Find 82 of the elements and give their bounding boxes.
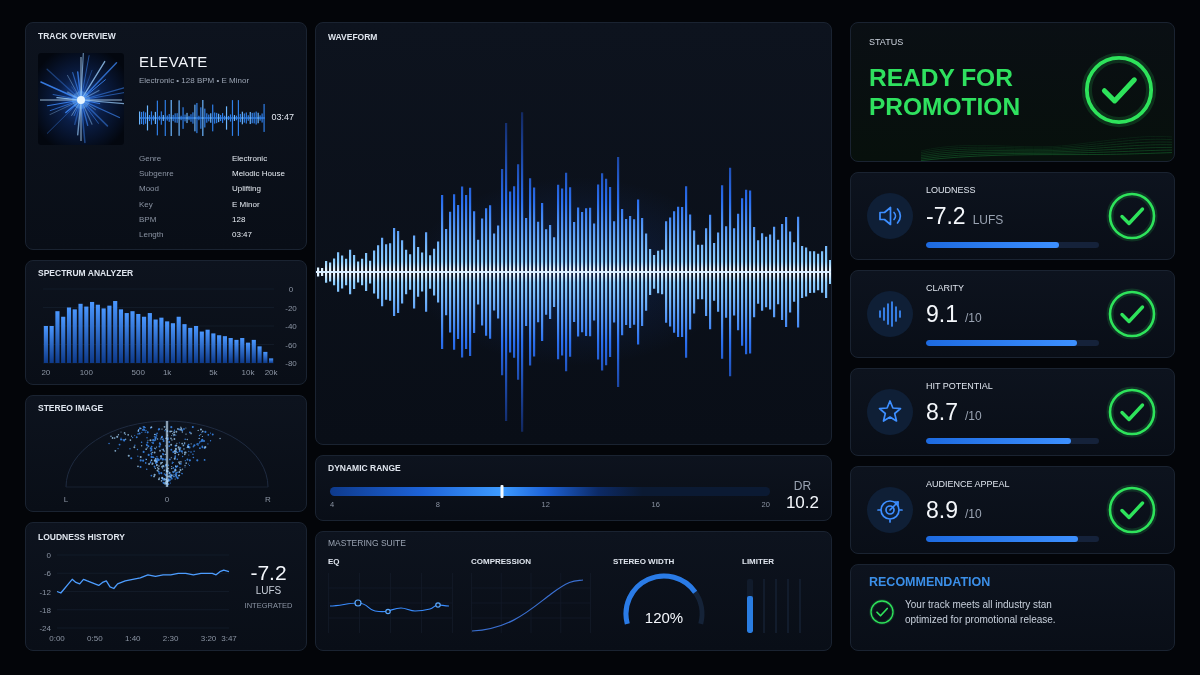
y-tick-label: -6 (43, 569, 51, 579)
axis-label: R (265, 495, 271, 504)
check-circle-icon (869, 599, 895, 625)
status-headline: READY FOR PROMOTION (869, 63, 1022, 121)
metric-label: CLARITY (926, 282, 965, 294)
x-tick-label: 3:47 (221, 634, 237, 643)
detail-value: Uplifting (232, 183, 261, 196)
loudness-value: -7.2 (250, 561, 287, 585)
section-title: DYNAMIC RANGE (328, 462, 402, 474)
axis-label: 500 (131, 368, 145, 377)
metric-unit: /10 (965, 506, 982, 523)
detail-label: Key (139, 198, 154, 211)
gauge-value: 120% (643, 609, 685, 627)
section-title: TRACK OVERVIEW (38, 30, 117, 42)
detail-value: Melodic House (232, 167, 285, 180)
metric-unit: /10 (965, 408, 982, 425)
detail-label: BPM (139, 213, 158, 226)
section-title: STEREO IMAGE (38, 402, 105, 414)
section-title: STATUS (869, 36, 905, 48)
section-title: WAVEFORM (328, 31, 379, 43)
detail-label: Length (139, 229, 165, 242)
module-title: STEREO WIDTH (613, 556, 676, 568)
axis-label: -80 (285, 359, 297, 368)
metric-label: AUDIENCE APPEAL (926, 478, 1011, 490)
axis-label: 100 (79, 368, 93, 377)
axis-label: 10k (241, 368, 255, 377)
x-tick-label: 0:50 (87, 634, 103, 643)
detail-value: 128 (232, 213, 246, 226)
metric-value: 8.7 (926, 399, 958, 425)
sound-wave-icon (867, 291, 913, 337)
metric-unit: /10 (965, 310, 982, 327)
metric-value: -7.2 (926, 203, 966, 229)
loudness-unit: LUFS (255, 585, 282, 597)
axis-label: -60 (285, 340, 297, 350)
recommendation-text: Your track meets all industry stan (905, 598, 1053, 612)
axis-label: 0 (288, 285, 294, 294)
x-tick-label: 2:30 (162, 634, 179, 643)
recommendation-title: RECOMMENDATION (869, 575, 992, 589)
axis-label: 5k (209, 368, 218, 377)
axis-label: 20 (41, 368, 51, 377)
eq-node[interactable] (385, 608, 391, 615)
eq-node[interactable] (435, 602, 441, 608)
eq-node[interactable] (354, 599, 362, 607)
metric-label: LOUDNESS (926, 184, 977, 196)
module-title: COMPRESSION (471, 556, 532, 568)
axis-label: 0 (164, 495, 170, 504)
metric-value: 9.1 (926, 301, 958, 327)
metric-value: 8.9 (926, 497, 958, 523)
y-tick-label: 0 (46, 551, 51, 560)
axis-label: -40 (285, 322, 297, 331)
axis-label: 1k (162, 368, 172, 377)
detail-label: Subgenre (139, 167, 175, 180)
section-title: SPECTRUM ANALYZER (38, 267, 135, 279)
metric-unit: LUFS (972, 212, 1004, 229)
section-title: MASTERING SUITE (328, 537, 407, 549)
track-title: ELEVATE (139, 53, 209, 71)
speaker-icon (867, 193, 913, 239)
module-title: LIMITER (742, 556, 775, 568)
track-subtitle: Electronic • 128 BPM • E Minor (139, 75, 251, 86)
detail-value: Electronic (232, 152, 268, 165)
metric-label: HIT POTENTIAL (926, 380, 994, 392)
target-icon (867, 487, 913, 533)
y-tick-label: -12 (39, 587, 51, 597)
duration-text: 03:47 (271, 111, 294, 125)
recommendation-text: optimized for promotional release. (905, 613, 1056, 627)
detail-label: Mood (139, 183, 160, 196)
detail-value: E Minor (232, 198, 260, 211)
x-tick-label: 1:40 (125, 634, 141, 643)
dr-label: DR (793, 479, 812, 493)
x-tick-label: 0:00 (49, 634, 65, 643)
detail-value: 03:47 (232, 229, 253, 242)
y-tick-label: -24 (39, 624, 51, 633)
dr-value: 10.2 (785, 493, 819, 513)
range-marker[interactable] (500, 485, 504, 498)
axis-label: 20k (264, 368, 278, 377)
section-title: LOUDNESS HISTORY (38, 531, 126, 543)
x-tick-label: 3:20 (200, 634, 217, 643)
axis-label: -20 (285, 303, 297, 313)
y-tick-label: -18 (39, 605, 51, 615)
axis-label: L (63, 495, 69, 504)
detail-label: Genre (139, 152, 163, 165)
module-title: EQ (328, 556, 341, 568)
